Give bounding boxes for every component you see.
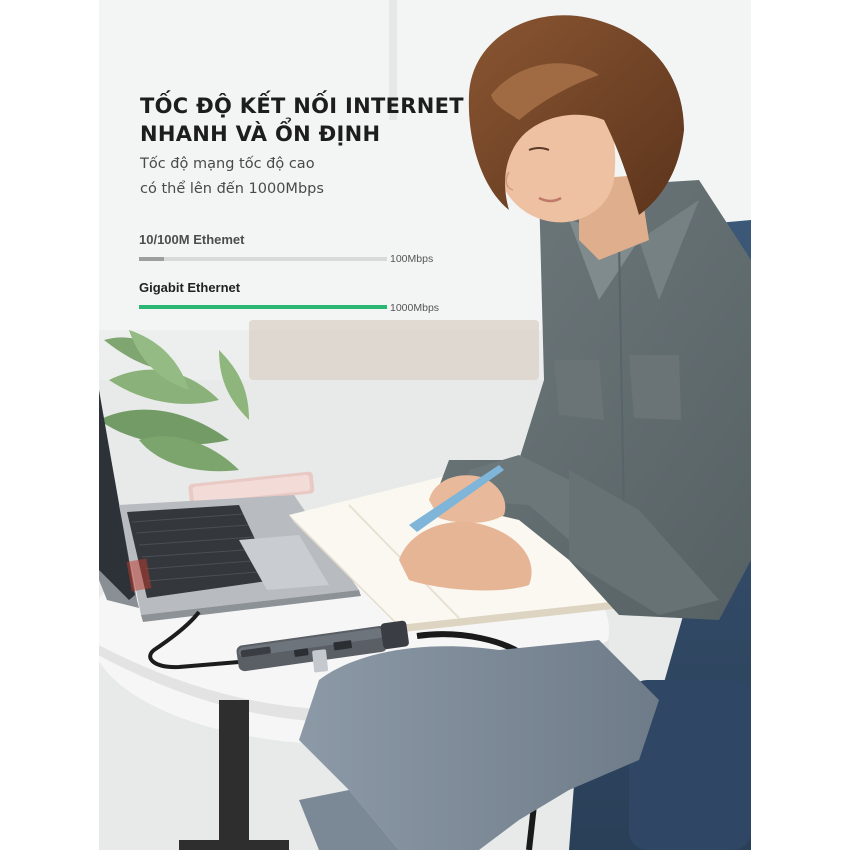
background-shelf (249, 320, 539, 380)
headline-line-2: NHANH VÀ ỔN ĐỊNH (140, 122, 381, 146)
table-leg (219, 700, 249, 850)
usb-flash-drive (312, 649, 329, 673)
speed-label-fast-ethernet: 10/100M Ethemet (139, 232, 245, 247)
headline-line-1: TỐC ĐỘ KẾT NỐI INTERNET (140, 94, 464, 118)
speed-value-gigabit: 1000Mbps (390, 302, 440, 314)
subheadline-line-1: Tốc độ mạng tốc độ cao (140, 156, 315, 172)
subheadline: Tốc độ mạng tốc độ cao có thể lên đến 10… (140, 152, 324, 202)
speed-track-fast-ethernet (139, 257, 387, 261)
headline: TỐC ĐỘ KẾT NỐI INTERNET NHANH VÀ ỔN ĐỊNH (140, 92, 464, 148)
speed-track-gigabit (139, 305, 387, 309)
subheadline-line-2: có thể lên đến 1000Mbps (140, 181, 324, 197)
speed-fill-fast-ethernet (139, 257, 164, 261)
speed-fill-gigabit (139, 305, 387, 309)
speed-label-gigabit: Gigabit Ethernet (139, 280, 241, 295)
speed-value-fast-ethernet: 100Mbps (390, 253, 434, 265)
